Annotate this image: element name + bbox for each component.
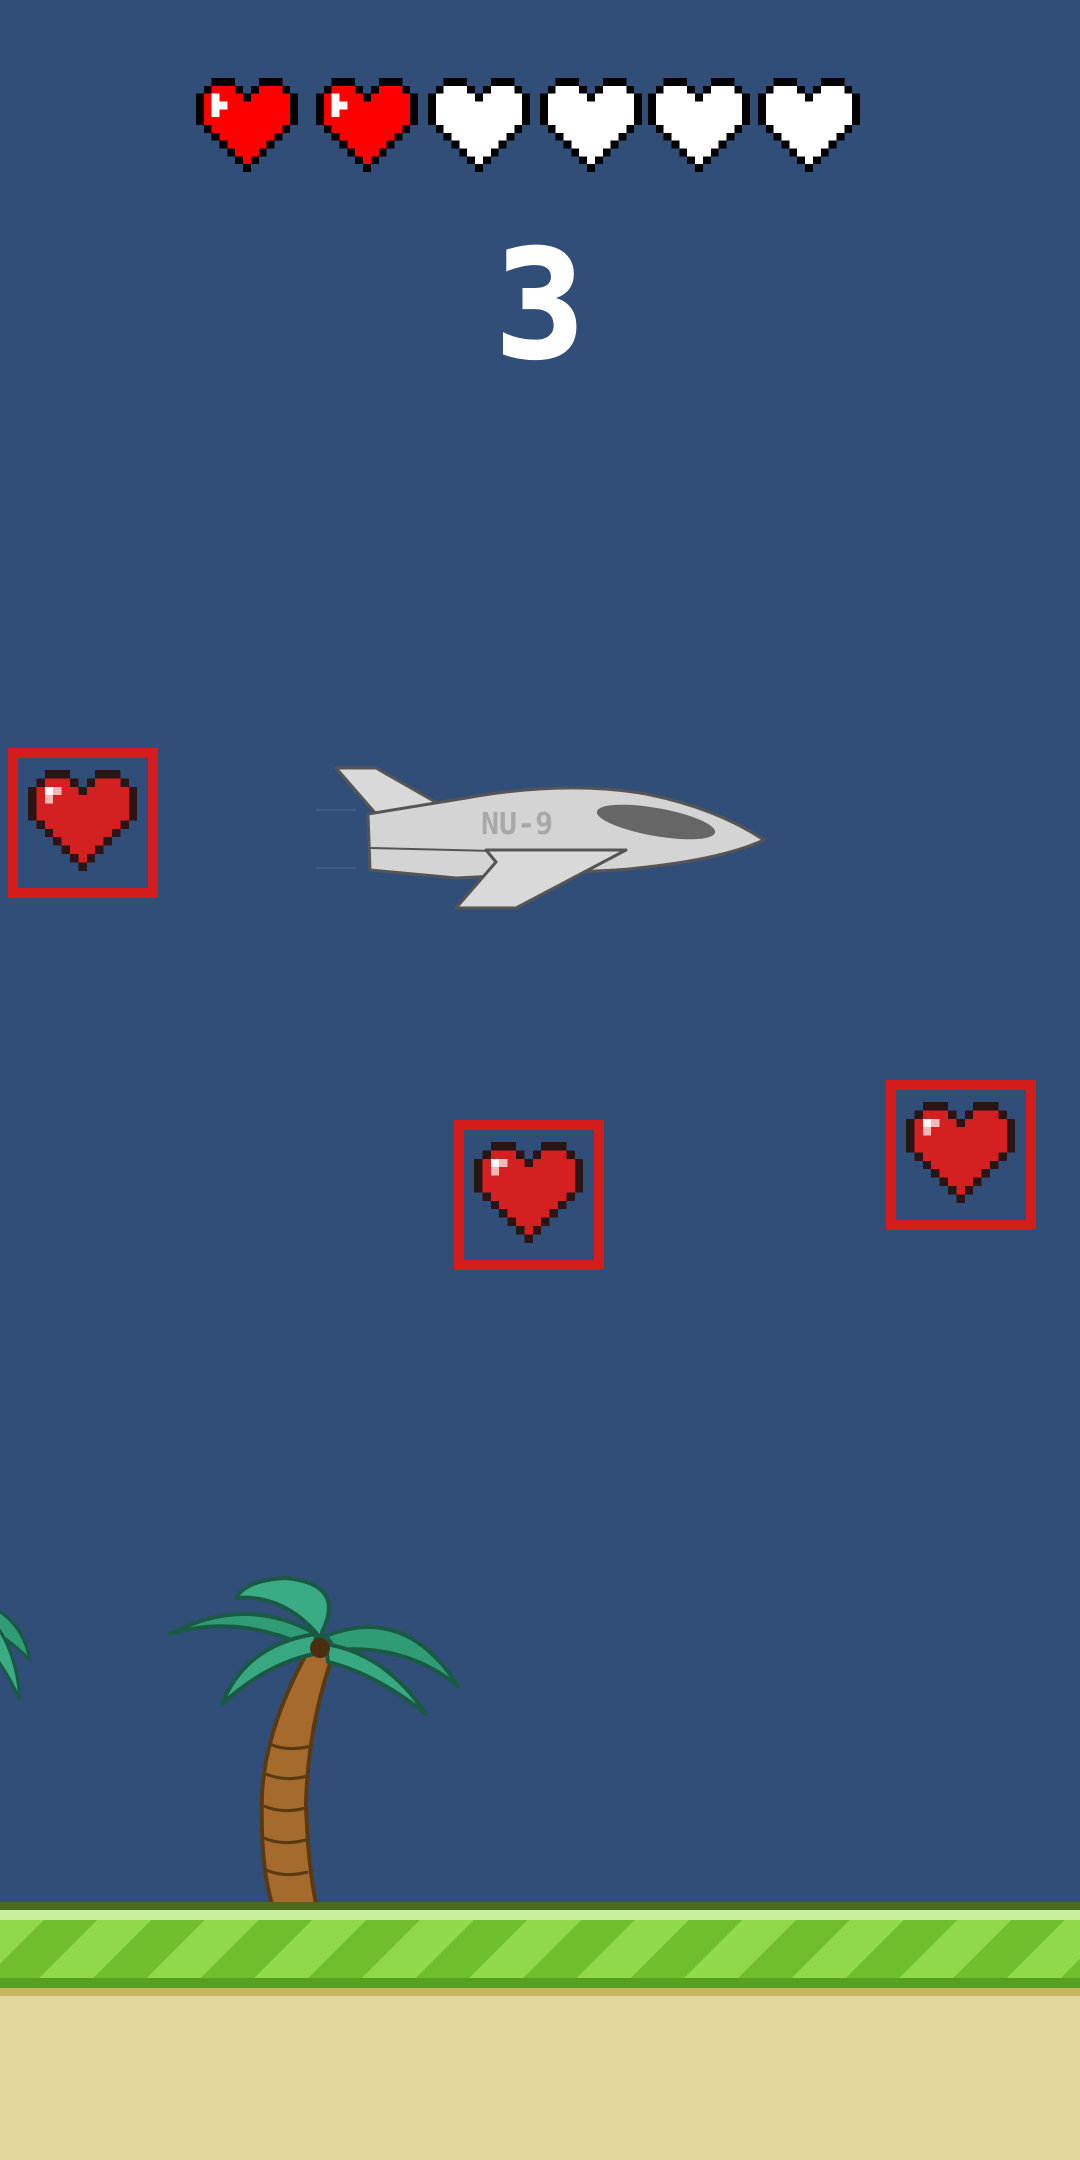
ground-edge	[0, 1988, 1080, 1996]
heart-pickup-icon	[8, 748, 158, 898]
palm-tree-icon	[166, 1574, 466, 1914]
empty-heart-icon	[648, 76, 750, 174]
score-counter: 3	[494, 219, 586, 393]
heart-pickup-icon	[886, 1080, 1036, 1230]
player-jet[interactable]: NU-9	[316, 758, 776, 918]
empty-heart-icon	[758, 76, 860, 174]
tail-marking: NU-9	[481, 807, 553, 842]
empty-heart-icon	[540, 76, 642, 174]
full-heart-icon	[316, 76, 418, 174]
heart-pickup-icon	[454, 1120, 604, 1270]
full-heart-icon	[196, 76, 298, 174]
palm-tree-icon	[0, 1560, 40, 1760]
lives-bar	[196, 76, 866, 176]
empty-heart-icon	[428, 76, 530, 174]
game-scene[interactable]: 3 NU-9	[0, 0, 1080, 2160]
jet-fighter-icon: NU-9	[316, 766, 766, 910]
sand-ground	[0, 1996, 1080, 2160]
grass-strip	[0, 1902, 1080, 1988]
